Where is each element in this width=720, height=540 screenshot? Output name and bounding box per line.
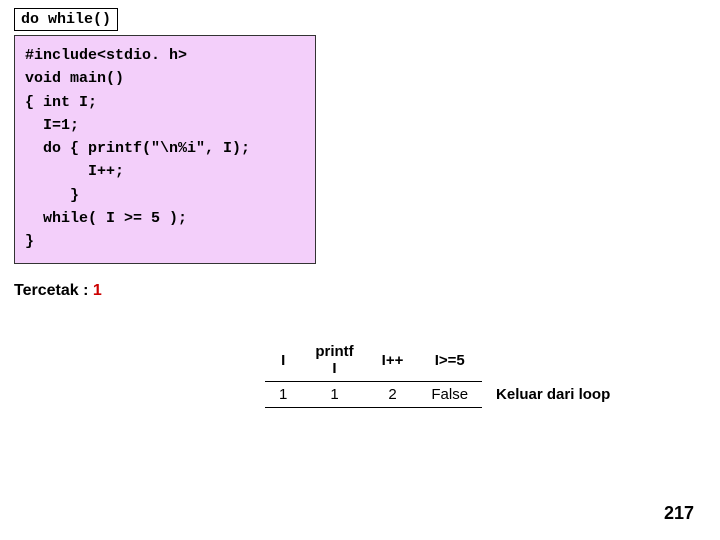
- cell-note: Keluar dari loop: [482, 382, 624, 408]
- col-i: I: [265, 340, 301, 382]
- col-ipp: I++: [368, 340, 418, 382]
- slide-title: do while(): [14, 8, 118, 31]
- table-row: 1 1 2 False Keluar dari loop: [265, 382, 624, 408]
- cell-i: 1: [265, 382, 301, 408]
- cell-cond: False: [417, 382, 482, 408]
- col-cond: I>=5: [417, 340, 482, 382]
- cell-printf: 1: [301, 382, 367, 408]
- tercetak-value: 1: [93, 282, 102, 299]
- col-printf: printf I: [301, 340, 367, 382]
- code-block: #include<stdio. h> void main() { int I; …: [14, 35, 316, 264]
- cell-ipp: 2: [368, 382, 418, 408]
- output-label: Tercetak : 1: [14, 282, 720, 300]
- page-number: 217: [664, 503, 694, 524]
- tercetak-text: Tercetak :: [14, 282, 93, 299]
- trace-table: I printf I I++ I>=5 1 1 2 False Keluar d…: [265, 340, 624, 408]
